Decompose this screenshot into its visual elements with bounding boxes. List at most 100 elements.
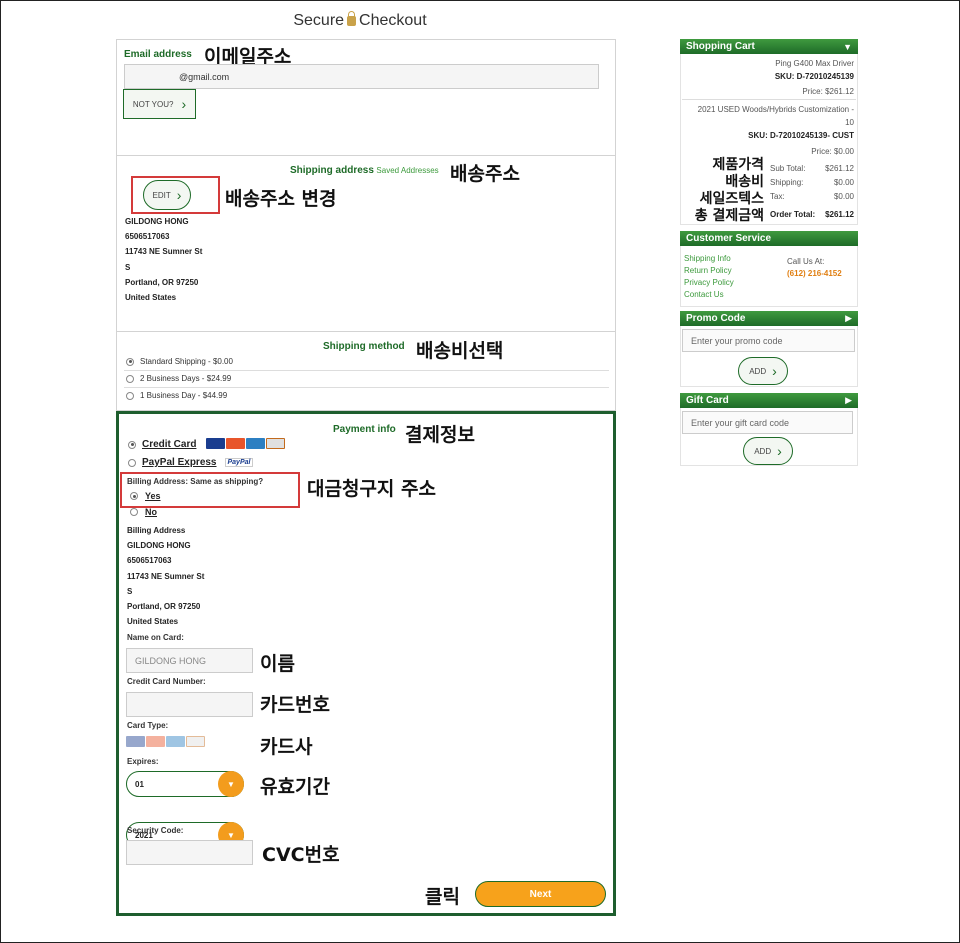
gift-card-input[interactable]: Enter your gift card code	[682, 411, 853, 434]
address-line: 11743 NE Sumner St	[127, 571, 205, 581]
saved-addresses-link[interactable]: Saved Addresses	[376, 166, 438, 175]
return-policy-link[interactable]: Return Policy	[684, 265, 734, 277]
chevron-down-icon[interactable]: ▼	[843, 42, 852, 52]
subtotal-value: $261.12	[825, 164, 854, 173]
radio-icon[interactable]	[126, 391, 134, 400]
shipping-option-label: 2 Business Days - $24.99	[140, 374, 232, 383]
expiry-month-value: 01	[135, 779, 144, 789]
edit-annotation: 배송주소 변경	[225, 188, 337, 210]
customer-service-heading: Customer Service	[686, 233, 772, 244]
shopping-cart-header[interactable]: Shopping Cart ▼	[680, 39, 858, 54]
not-you-button[interactable]: NOT YOU? ›	[123, 89, 196, 119]
shipping-heading-row: Shipping address Saved Addresses	[290, 165, 439, 176]
address-line: 11743 NE Sumner St	[125, 247, 203, 257]
shipping-method-annotation: 배송비선택	[416, 340, 504, 362]
radio-icon[interactable]	[130, 492, 138, 500]
tax-label: Tax:	[770, 192, 785, 201]
email-heading: Email address	[124, 49, 192, 60]
edit-label: EDIT	[152, 190, 171, 200]
title-secure: Secure	[293, 12, 345, 29]
mastercard-icon	[226, 438, 246, 449]
cart-item-sku: SKU: D-72010245139	[774, 72, 854, 81]
billing-no-option[interactable]: No	[130, 507, 157, 517]
expires-annotation: 유효기간	[260, 776, 330, 798]
next-annotation: 클릭	[425, 886, 460, 908]
radio-icon[interactable]	[128, 458, 136, 467]
triangle-right-icon[interactable]: ▶	[845, 313, 852, 324]
chevron-right-icon: ›	[181, 96, 187, 112]
annotation-line: 제품가격	[712, 157, 764, 173]
shipping-method-heading: Shipping method	[323, 341, 405, 352]
card-type-logos	[126, 736, 206, 749]
phone-number[interactable]: (612) 216-4152	[787, 269, 842, 278]
title-checkout: Checkout	[359, 12, 427, 29]
promo-add-button[interactable]: ADD ›	[738, 357, 788, 385]
paypal-option[interactable]: PayPal Express PayPal	[128, 457, 254, 468]
promo-code-input[interactable]: Enter your promo code	[682, 329, 855, 352]
shipping-info-link[interactable]: Shipping Info	[684, 253, 734, 265]
amex-icon	[246, 438, 266, 449]
shipping-address-block: GILDONG HONG 6506517063 11743 NE Sumner …	[125, 214, 202, 305]
address-line: Portland, OR 97250	[125, 277, 199, 287]
paypal-label: PayPal Express	[142, 457, 217, 468]
cart-item: 2021 USED Woods/Hybrids Customization - …	[684, 103, 854, 142]
discover-icon	[186, 736, 205, 747]
address-line: 6506517063	[127, 556, 172, 566]
shipping-option[interactable]: 2 Business Days - $24.99	[126, 374, 231, 383]
cart-item-name: Ping G400 Max Driver	[775, 59, 854, 68]
gift-card-header[interactable]: Gift Card ▶	[680, 393, 858, 408]
address-line: S	[125, 262, 131, 272]
radio-icon[interactable]	[128, 440, 136, 449]
payment-annotation: 결제정보	[405, 424, 475, 446]
address-line: 6506517063	[125, 232, 170, 242]
chevron-right-icon: ›	[772, 363, 777, 379]
next-button[interactable]: Next	[475, 881, 606, 907]
name-on-card-label: Name on Card:	[127, 633, 184, 642]
edit-address-button[interactable]: EDIT ›	[143, 180, 191, 210]
annotation-line: 총 결제금액	[694, 208, 764, 224]
customer-service-header: Customer Service	[680, 231, 858, 246]
gift-card-add-label: ADD	[754, 446, 772, 456]
call-us-label: Call Us At:	[787, 257, 825, 266]
tax-value: $0.00	[833, 192, 854, 201]
gift-card-add-button[interactable]: ADD ›	[743, 437, 793, 465]
shipping-value: $0.00	[833, 178, 854, 187]
security-code-annotation: CVC번호	[262, 844, 340, 866]
chevron-down-icon[interactable]: ▼	[218, 771, 244, 797]
email-value: @gmail.com	[179, 71, 230, 82]
name-annotation: 이름	[260, 653, 295, 675]
email-field[interactable]: @gmail.com	[124, 64, 599, 89]
credit-card-option[interactable]: Credit Card	[128, 438, 286, 451]
billing-yes-option[interactable]: Yes	[130, 491, 161, 501]
credit-card-label: Credit Card	[142, 439, 197, 450]
radio-icon[interactable]	[126, 357, 134, 366]
promo-placeholder: Enter your promo code	[691, 335, 783, 346]
divider	[682, 99, 856, 100]
cart-item: Ping G400 Max Driver SKU: D-72010245139	[684, 57, 854, 83]
shipping-option[interactable]: 1 Business Day - $44.99	[126, 391, 227, 400]
annotation-line: 배송비	[725, 174, 764, 190]
not-you-label: NOT YOU?	[132, 99, 174, 109]
radio-icon[interactable]	[126, 374, 134, 383]
card-number-field[interactable]	[126, 692, 253, 717]
shipping-label: Shipping:	[770, 178, 804, 187]
address-line: S	[127, 586, 133, 596]
privacy-policy-link[interactable]: Privacy Policy	[684, 277, 734, 289]
shipping-option[interactable]: Standard Shipping - $0.00	[126, 357, 233, 366]
shopping-cart-heading: Shopping Cart	[686, 41, 755, 52]
radio-icon[interactable]	[130, 508, 138, 516]
promo-heading: Promo Code	[686, 313, 746, 324]
triangle-right-icon[interactable]: ▶	[845, 395, 852, 406]
order-total-value: $261.12	[825, 210, 854, 219]
promo-header[interactable]: Promo Code ▶	[680, 311, 858, 326]
address-line: United States	[125, 293, 177, 303]
security-code-label: Security Code:	[127, 826, 184, 835]
card-number-annotation: 카드번호	[260, 694, 330, 716]
expiry-month-select[interactable]: 01 ▼	[126, 771, 244, 797]
order-total-label: Order Total:	[770, 210, 816, 219]
security-code-field[interactable]	[126, 840, 253, 865]
contact-us-link[interactable]: Contact Us	[684, 289, 734, 301]
cart-item-sku: SKU: D-72010245139- CUST	[748, 131, 854, 140]
divider	[124, 370, 609, 371]
name-on-card-field[interactable]: GILDONG HONG	[126, 648, 253, 673]
